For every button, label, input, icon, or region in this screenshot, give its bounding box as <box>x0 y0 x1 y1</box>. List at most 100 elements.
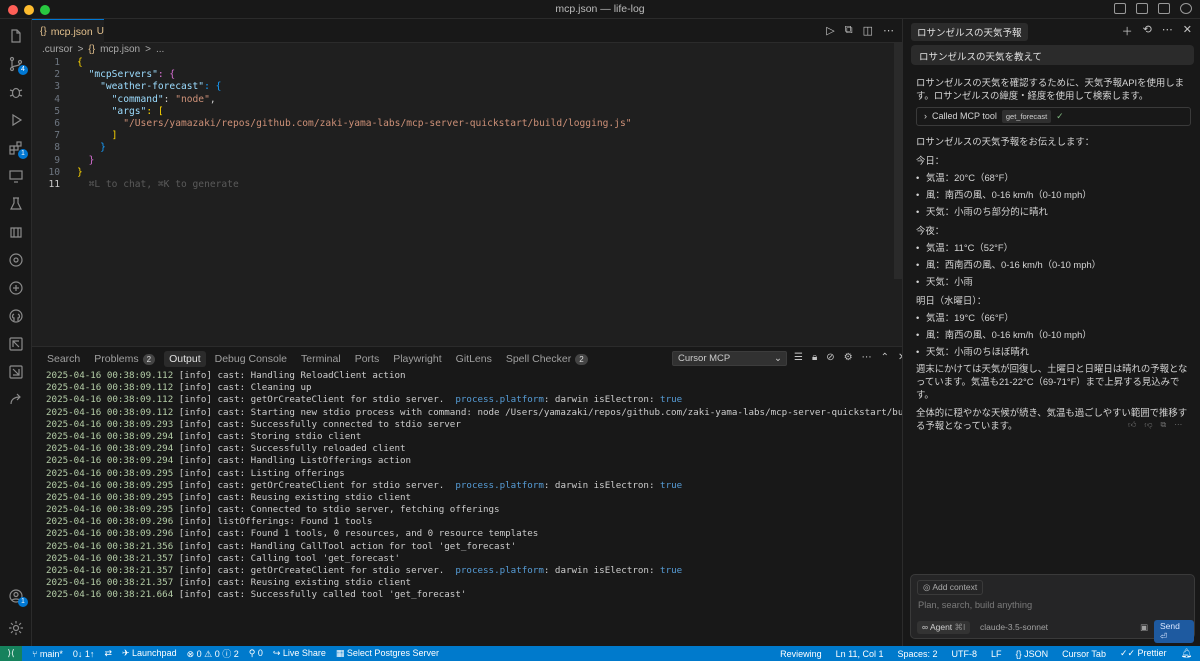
image-attach-icon[interactable]: ▣ <box>1140 622 1148 633</box>
list-item: 気温：20°C（68°F） <box>916 171 1191 184</box>
remote-explorer-icon[interactable] <box>7 167 25 185</box>
code-editor[interactable]: 1{ 2 "mcpServers": { 3 "weather-forecast… <box>32 57 892 191</box>
live-share-status[interactable]: ↪ Live Share <box>273 648 326 659</box>
more-icon[interactable]: ⋯ <box>1174 420 1182 430</box>
more-actions-icon[interactable]: ⋯ <box>1162 23 1173 39</box>
log-highlight: process.platform <box>455 565 544 576</box>
encoding[interactable]: UTF-8 <box>952 649 978 659</box>
agent-mode-select[interactable]: ∞ Agent ⌘I <box>917 621 971 634</box>
tab-problems[interactable]: Problems 2 <box>89 351 160 367</box>
live-share-icon[interactable] <box>7 391 25 409</box>
chat-input[interactable]: Plan, search, build anything <box>918 600 1032 610</box>
log-message: [info] cast: Connected to stdio server, … <box>173 504 500 516</box>
gitlens-icon[interactable] <box>7 251 25 269</box>
maximize-panel-icon[interactable]: ⌃ <box>881 352 889 363</box>
line-number: 10 <box>48 166 60 178</box>
status-bar-right: Reviewing Ln 11, Col 1 Spaces: 2 UTF-8 L… <box>780 646 1192 661</box>
bug-icon[interactable] <box>7 83 25 101</box>
toggle-secondary-sidebar-icon[interactable] <box>1158 3 1170 14</box>
tab-label: mcp.json <box>50 25 93 38</box>
run-debug-icon[interactable] <box>7 111 25 129</box>
github-icon[interactable] <box>7 307 25 325</box>
tab-spell-checker[interactable]: Spell Checker 2 <box>501 351 593 367</box>
editor-tab-bar: {} mcp.json U ▷ ⧉ ◫ ⋯ <box>32 19 902 43</box>
line-number: 2 <box>54 69 60 81</box>
manage-gear-icon[interactable] <box>7 619 25 637</box>
clear-output-icon[interactable]: ⊘ <box>826 352 834 363</box>
log-line: 2025-04-16 00:38:21.357 [info] cast: get… <box>46 565 981 577</box>
more-actions-icon[interactable]: ⋯ <box>862 352 872 363</box>
user-message[interactable]: ロサンゼルスの天気を教えて <box>911 45 1194 65</box>
account-icon[interactable]: 1 <box>7 587 28 607</box>
toggle-sidebar-icon[interactable] <box>1114 3 1126 14</box>
launchpad-item[interactable]: ✈ Launchpad <box>122 648 177 659</box>
log-message: [info] cast: getOrCreateClient for stdio… <box>173 565 456 576</box>
ai-chat-panel: ロサンゼルスの天気予報 ＋ ⟲ ⋯ ✕ ロサンゼルスの天気を教えて ロサンゼルス… <box>902 19 1200 646</box>
run-icon[interactable]: ▷ <box>826 24 834 37</box>
editor-scrollbar[interactable] <box>894 43 902 279</box>
title-bar: mcp.json — life-log <box>0 0 1200 19</box>
compare-icon[interactable]: ⧉ <box>845 24 853 37</box>
send-button[interactable]: Send ⏎ <box>1154 620 1194 643</box>
cursor-tab-status[interactable]: Cursor Tab <box>1062 649 1106 659</box>
code-line: 6 "/Users/yamazaki/repos/github.com/zaki… <box>32 118 892 130</box>
tab-debug-console[interactable]: Debug Console <box>210 351 292 367</box>
close-icon[interactable]: ✕ <box>1183 23 1192 39</box>
extensions-icon[interactable]: 1 <box>7 139 28 159</box>
settings-icon[interactable]: ⚙ <box>844 352 853 363</box>
language-mode[interactable]: {} JSON <box>1016 649 1049 659</box>
prettier-status[interactable]: ✓✓ Prettier <box>1120 648 1167 659</box>
toggle-panel-icon[interactable] <box>1136 3 1148 14</box>
output-log[interactable]: 2025-04-16 00:38:09.112 [info] cast: Han… <box>46 370 981 602</box>
sync-status[interactable]: 0↓ 1↑ <box>73 649 95 659</box>
tab-playwright[interactable]: Playwright <box>388 351 446 367</box>
chevron-down-icon: ⌄ <box>774 353 782 364</box>
tab-gitlens[interactable]: GitLens <box>451 351 497 367</box>
cursor-position[interactable]: Ln 11, Col 1 <box>836 649 884 659</box>
tab-mcp-json[interactable]: {} mcp.json U <box>32 19 104 43</box>
tool-call-card[interactable]: › Called MCP tool get_forecast ✓ <box>916 107 1191 126</box>
tab-search[interactable]: Search <box>42 351 85 367</box>
breadcrumb-file[interactable]: mcp.json <box>100 44 140 55</box>
git-compare-icon[interactable]: ⇄ <box>104 648 112 659</box>
log-message: : darwin isElectron: <box>543 565 661 576</box>
issues-icon[interactable] <box>7 363 25 381</box>
thumbs-up-icon[interactable]: 👍︎ <box>1128 420 1136 430</box>
docker-icon[interactable] <box>7 223 25 241</box>
weekend-forecast: 週末にかけては天気が回復し、土曜日と日曜日は晴れの予報となっています。気温も21… <box>916 363 1188 400</box>
copy-icon[interactable]: ⧉ <box>1161 420 1167 430</box>
explorer-icon[interactable] <box>7 27 25 45</box>
tab-output[interactable]: Output <box>164 351 206 367</box>
testing-flask-icon[interactable] <box>7 195 25 213</box>
thumbs-down-icon[interactable]: 👎︎ <box>1144 420 1152 430</box>
settings-gear-icon[interactable] <box>1180 3 1192 14</box>
new-chat-icon[interactable]: ＋ <box>1122 23 1133 39</box>
split-editor-icon[interactable]: ◫ <box>863 24 873 37</box>
notifications-bell-icon[interactable]: 🔔︎ <box>1181 648 1192 659</box>
chat-tab-title[interactable]: ロサンゼルスの天気予報 <box>911 23 1028 41</box>
tab-terminal[interactable]: Terminal <box>296 351 346 367</box>
branch-indicator[interactable]: ⑂ main* <box>32 649 63 659</box>
word-wrap-icon[interactable]: ☰ <box>794 352 803 363</box>
section-heading: 今日： <box>916 155 945 166</box>
breadcrumb-folder[interactable]: .cursor <box>42 44 73 55</box>
problems-status[interactable]: ⊗ 0 ⚠ 0 ⓘ 2 <box>187 647 239 660</box>
output-channel-select[interactable]: Cursor MCP ⌄ <box>672 351 787 366</box>
source-control-icon[interactable]: 4 <box>7 55 28 75</box>
git-graph-icon[interactable] <box>7 279 25 297</box>
more-actions-icon[interactable]: ⋯ <box>883 24 894 37</box>
pull-requests-icon[interactable] <box>7 335 25 353</box>
model-select[interactable]: claude-3.5-sonnet <box>980 622 1048 632</box>
line-ending[interactable]: LF <box>991 649 1002 659</box>
tab-ports[interactable]: Ports <box>350 351 385 367</box>
postgres-status[interactable]: ▦ Select Postgres Server <box>336 648 439 659</box>
reviewing-status[interactable]: Reviewing <box>780 649 822 659</box>
history-icon[interactable]: ⟲ <box>1143 23 1152 39</box>
ports-status[interactable]: ⚲ 0 <box>249 648 263 659</box>
breadcrumb-symbol[interactable]: ... <box>156 44 164 55</box>
panel-tab-bar: Search Problems 2 Output Debug Console Te… <box>42 351 597 367</box>
remote-icon[interactable]: ⟩⟨ <box>0 646 22 661</box>
indentation[interactable]: Spaces: 2 <box>898 649 938 659</box>
lock-scroll-icon[interactable]: 🔒︎ <box>812 352 817 363</box>
add-context-button[interactable]: ◎ Add context <box>917 580 984 595</box>
